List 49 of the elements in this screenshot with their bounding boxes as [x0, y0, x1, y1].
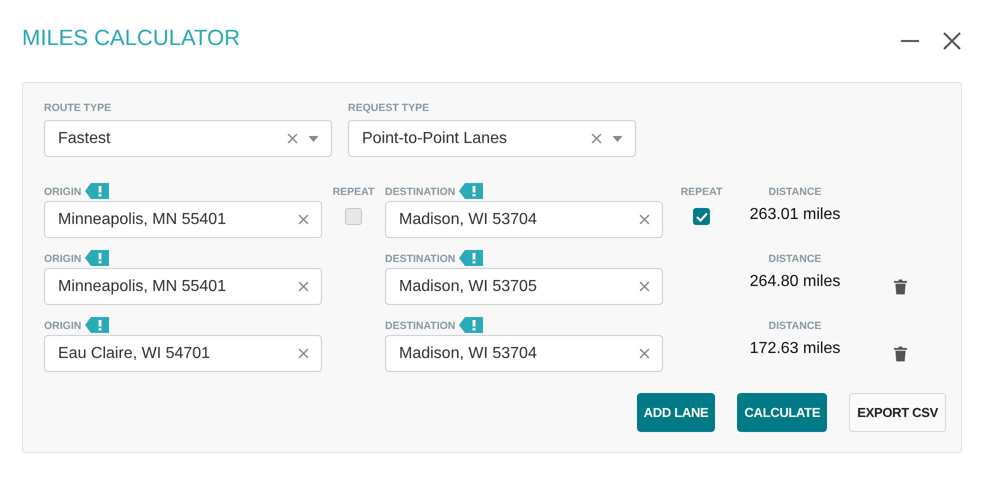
field-label: REQUEST TYPE — [348, 102, 430, 114]
repeat-checkbox[interactable] — [345, 208, 362, 225]
clear-icon[interactable] — [298, 214, 309, 225]
field-label: ORIGIN — [44, 253, 82, 265]
field-label: ROUTE TYPE — [44, 102, 112, 114]
clear-icon[interactable] — [298, 348, 309, 359]
clear-icon[interactable] — [298, 281, 309, 292]
alert-tag-icon — [85, 317, 110, 333]
field-label: DISTANCE — [768, 186, 822, 198]
select-field[interactable]: Fastest — [44, 120, 332, 157]
caret-icon[interactable] — [612, 136, 623, 142]
destination-field[interactable]: Madison, WI 53704 — [385, 335, 663, 372]
alert-tag-icon — [85, 250, 110, 266]
window-title: MILES CALCULATOR — [22, 25, 240, 51]
clear-icon[interactable] — [639, 348, 650, 359]
field-label: DESTINATION — [385, 253, 456, 265]
trash-icon[interactable] — [894, 346, 906, 362]
repeat-checkbox[interactable] — [693, 208, 710, 225]
field-label: DISTANCE — [768, 253, 822, 265]
origin-field[interactable]: Minneapolis, MN 55401 — [44, 201, 322, 238]
distance-value: 172.63 miles — [750, 340, 840, 358]
clear-icon[interactable] — [287, 133, 298, 144]
alert-tag-icon — [85, 183, 110, 199]
field-label: DISTANCE — [768, 320, 822, 332]
clear-icon[interactable] — [639, 214, 650, 225]
field-label: ORIGIN — [44, 320, 82, 332]
action-button[interactable]: CALCULATE — [737, 393, 828, 432]
alert-tag-icon — [459, 183, 484, 199]
destination-field[interactable]: Madison, WI 53705 — [385, 268, 663, 305]
origin-field[interactable]: Eau Claire, WI 54701 — [44, 335, 322, 372]
clear-icon[interactable] — [591, 133, 602, 144]
distance-value: 263.01 miles — [750, 206, 840, 224]
origin-field[interactable]: Minneapolis, MN 55401 — [44, 268, 322, 305]
field-label: REPEAT — [680, 186, 722, 198]
field-label: REPEAT — [332, 186, 374, 198]
field-label: DESTINATION — [385, 186, 456, 198]
trash-icon[interactable] — [894, 278, 906, 294]
action-button[interactable]: ADD LANE — [636, 393, 716, 432]
alert-tag-icon — [459, 250, 484, 266]
field-label: DESTINATION — [385, 320, 456, 332]
distance-value: 264.80 miles — [750, 272, 840, 290]
select-field[interactable]: Point-to-Point Lanes — [348, 120, 636, 157]
clear-icon[interactable] — [639, 281, 650, 292]
alert-tag-icon — [459, 317, 484, 333]
close-icon[interactable] — [942, 31, 962, 51]
field-label: ORIGIN — [44, 186, 82, 198]
caret-icon[interactable] — [308, 136, 319, 142]
action-button[interactable]: EXPORT CSV — [849, 393, 946, 432]
destination-field[interactable]: Madison, WI 53704 — [385, 201, 663, 238]
